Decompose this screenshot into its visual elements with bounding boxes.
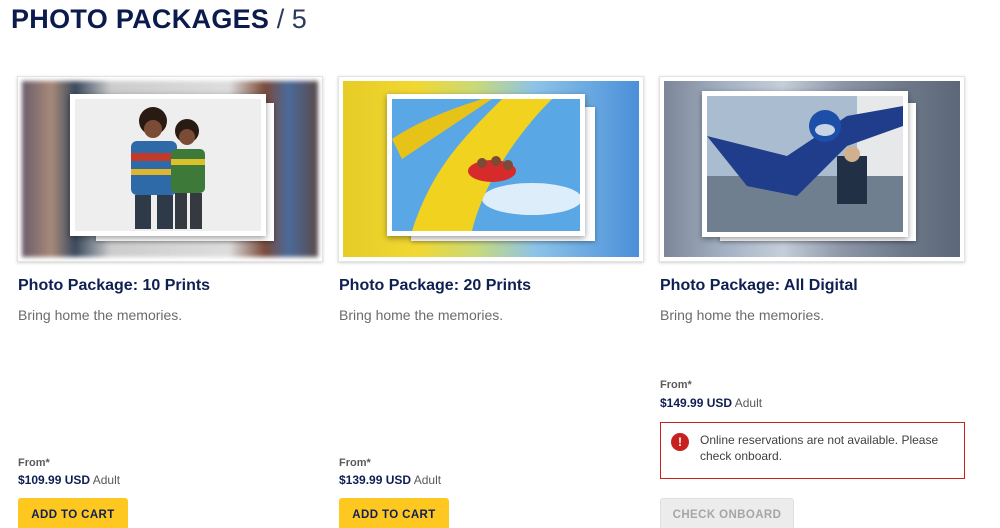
- page-title: PHOTO PACKAGES / 5: [11, 4, 307, 34]
- unavailable-alert: ! Online reservations are not available.…: [660, 422, 965, 479]
- price-amount: $139.99 USD: [339, 473, 412, 487]
- product-image[interactable]: [17, 76, 323, 262]
- kids-photo: [75, 99, 261, 231]
- add-to-cart-button[interactable]: ADD TO CART: [18, 498, 128, 528]
- exclamation-circle-icon: !: [671, 433, 689, 451]
- product-image[interactable]: [659, 76, 965, 262]
- price-line: $109.99 USD Adult: [18, 473, 120, 487]
- product-title[interactable]: Photo Package: All Digital: [660, 277, 858, 295]
- from-label: From*: [18, 457, 50, 469]
- page-title-text: PHOTO PACKAGES: [11, 4, 270, 34]
- from-label: From*: [339, 457, 371, 469]
- product-image[interactable]: [338, 76, 644, 262]
- price-line: $139.99 USD Adult: [339, 473, 441, 487]
- product-description: Bring home the memories.: [18, 307, 183, 323]
- waterslide-photo: [392, 99, 580, 231]
- price-unit: Adult: [734, 396, 763, 410]
- price-line: $149.99 USD Adult: [660, 396, 762, 410]
- alert-message: Online reservations are not available. P…: [700, 433, 939, 463]
- price-unit: Adult: [92, 473, 121, 487]
- price-amount: $149.99 USD: [660, 396, 733, 410]
- product-description: Bring home the memories.: [660, 307, 825, 323]
- from-label: From*: [660, 379, 692, 391]
- product-description: Bring home the memories.: [339, 307, 504, 323]
- price-unit: Adult: [413, 473, 442, 487]
- product-card-20-prints: Photo Package: 20 Prints Bring home the …: [338, 76, 644, 528]
- check-onboard-button[interactable]: CHECK ONBOARD: [660, 498, 794, 528]
- product-title[interactable]: Photo Package: 10 Prints: [18, 277, 210, 295]
- product-title[interactable]: Photo Package: 20 Prints: [339, 277, 531, 295]
- price-amount: $109.99 USD: [18, 473, 91, 487]
- product-card-all-digital: Photo Package: All Digital Bring home th…: [659, 76, 965, 528]
- skydiving-photo: [707, 96, 903, 232]
- product-card-10-prints: Photo Package: 10 Prints Bring home the …: [17, 76, 323, 528]
- page-title-count: / 5: [276, 4, 307, 34]
- add-to-cart-button[interactable]: ADD TO CART: [339, 498, 449, 528]
